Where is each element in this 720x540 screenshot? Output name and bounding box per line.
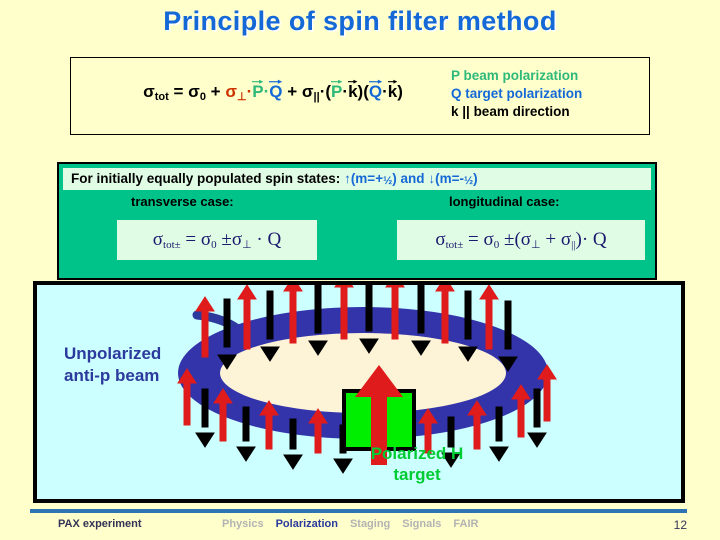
tr-equals: = [185, 229, 197, 250]
storage-ring-diagram: Unpolarized anti-p beam Polarized H targ… [33, 281, 685, 503]
k-vector-1: k [348, 79, 358, 102]
spin-conjunction: and [400, 171, 425, 186]
target-label-line-2: target [393, 465, 441, 484]
tr-dot: · [256, 229, 263, 250]
tr-sigma-tot-sub: tot± [163, 239, 181, 251]
spin-down-fraction: ½ [463, 175, 474, 187]
spin-up-text-close: ) [392, 171, 397, 186]
footer-nav-item-physics[interactable]: Physics [222, 518, 264, 530]
lo-sigma-tot: σ [435, 229, 446, 250]
k-vector-2: k [387, 79, 398, 102]
lo-plus: + [545, 229, 557, 250]
longitudinal-case-label: longitudinal case: [449, 194, 560, 209]
page-title: Principle of spin filter method [163, 6, 557, 36]
p-vector-2: P [331, 79, 343, 102]
spin-states-bar: For initially equally populated spin sta… [63, 168, 651, 190]
beam-label: Unpolarized anti-p beam [64, 343, 161, 387]
transverse-equation-box: σtot± = σ0 ±σ⊥ · Q [117, 220, 317, 260]
tr-sigma-perp-sub: ⊥ [242, 239, 252, 251]
formula-legend: P beam polarization Q target polarizatio… [451, 67, 582, 121]
p-vector-1: P [252, 79, 264, 102]
target-label: Polarized H target [337, 443, 497, 485]
lo-sigma-zero-sub: 0 [493, 239, 500, 251]
equals-sign: = [173, 82, 184, 101]
tr-sigma-perp: σ [231, 229, 243, 250]
lo-q: Q [592, 229, 607, 250]
sigma-tot: σ [143, 82, 155, 101]
spin-states-panel: For initially equally populated spin sta… [57, 162, 657, 280]
lo-sigma-par: σ [560, 229, 572, 250]
spin-down-text-close: ) [473, 171, 478, 186]
spin-up-arrow-icon: ↑ [344, 171, 351, 186]
lo-dot: · [581, 229, 589, 250]
sigma-parallel: σ [301, 82, 314, 101]
lo-equals: = [468, 229, 479, 250]
footer-nav-item-signals[interactable]: Signals [402, 518, 441, 530]
case-labels: transverse case: longitudinal case: [59, 194, 655, 214]
sigma-tot-subscript: tot [154, 91, 169, 103]
tr-sigma-zero-sub: 0 [211, 239, 217, 251]
spin-up-text-open: (m=+ [350, 171, 384, 186]
plus-sign-2: + [287, 82, 298, 101]
footer-nav: Physics Polarization Staging Signals FAIR [222, 518, 490, 530]
paren-close-2: ) [397, 82, 403, 101]
tr-q: Q [267, 229, 282, 250]
target-label-line-1: Polarized H [370, 444, 464, 463]
q-vector-2: Q [368, 79, 383, 102]
footer-divider [30, 509, 687, 513]
main-formula: σtot = σ0 + σ⊥· P· Q + σ||·(P· k)(Q· k) [83, 79, 463, 103]
legend-q-line: Q target polarization [451, 86, 583, 101]
footer-experiment-label: PAX experiment [58, 518, 142, 530]
tr-plusminus: ± [221, 229, 232, 250]
spin-up-fraction: ½ [383, 175, 393, 187]
tr-sigma-tot: σ [152, 229, 164, 250]
lo-sigma-perp-sub: ⊥ [531, 239, 541, 251]
transverse-case-label: transverse case: [131, 194, 234, 209]
sigma-perp: σ [225, 82, 237, 101]
beam-label-line-1: Unpolarized [64, 344, 162, 363]
lo-sigma-perp: σ [520, 229, 532, 250]
footer-nav-item-polarization[interactable]: Polarization [276, 518, 338, 530]
footer-nav-item-staging[interactable]: Staging [350, 518, 390, 530]
lo-plusminus: ± [504, 229, 515, 250]
footer-nav-item-fair[interactable]: FAIR [453, 518, 478, 530]
lo-sigma-tot-sub: tot± [445, 239, 464, 251]
lo-sigma-zero: σ [483, 229, 494, 250]
beam-label-line-2: anti-p beam [64, 366, 160, 385]
legend-p-line: P beam polarization [451, 68, 579, 83]
formula-box: σtot = σ0 + σ⊥· P· Q + σ||·(P· k)(Q· k) P be… [70, 57, 650, 135]
longitudinal-equation-box: σtot± = σ0 ±(σ⊥ + σ||)· Q [397, 220, 645, 260]
q-vector-1: Q [269, 79, 283, 102]
sigma-zero-subscript: 0 [199, 91, 206, 103]
plus-sign-1: + [210, 82, 221, 101]
legend-k-line: k || beam direction [451, 104, 570, 119]
page-number: 12 [673, 518, 687, 532]
spin-states-prefix: For initially equally populated spin sta… [71, 171, 341, 186]
tr-sigma-zero: σ [200, 229, 212, 250]
sigma-zero: σ [188, 82, 200, 101]
sigma-perp-subscript: ⊥ [236, 91, 247, 103]
spin-down-text-open: (m=- [435, 171, 464, 186]
